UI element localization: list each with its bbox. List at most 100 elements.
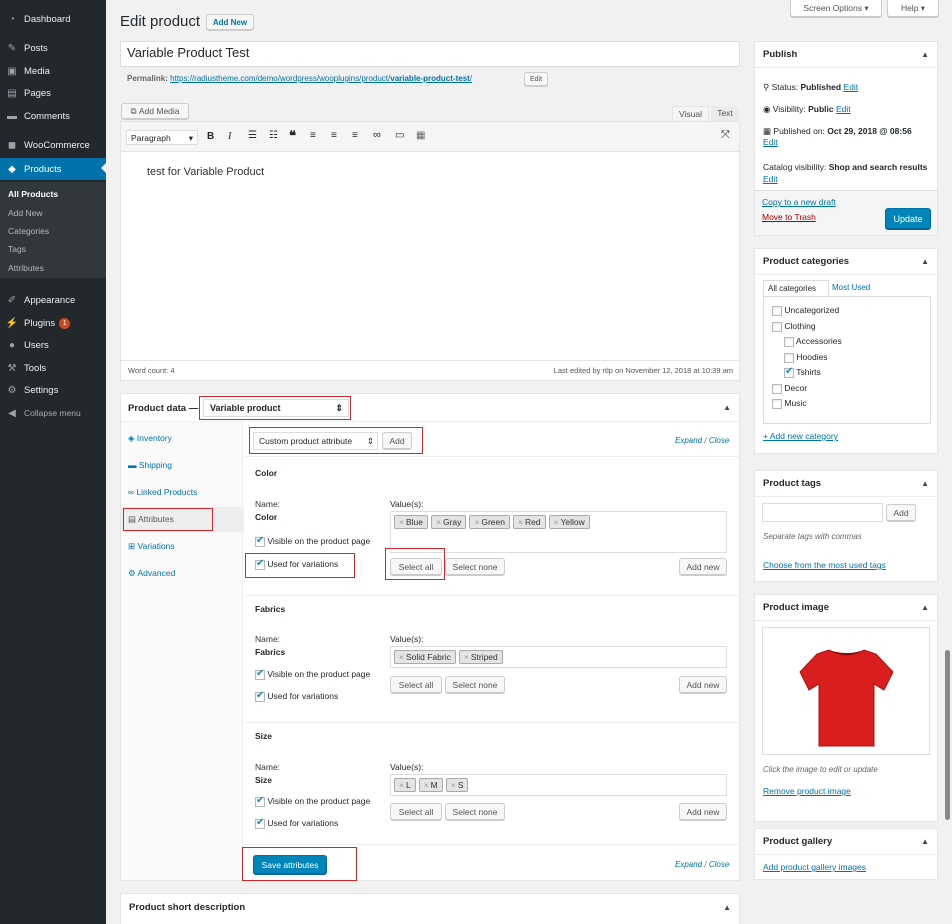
tab-advanced[interactable]: ⚙ Advanced <box>128 568 175 579</box>
select-all-button[interactable]: Select all <box>390 676 442 693</box>
add-tag-button[interactable]: Add <box>886 504 916 521</box>
copy-draft-link[interactable]: Copy to a new draft <box>762 197 836 207</box>
value-tag[interactable]: × M <box>418 778 443 792</box>
collapse-arrow-icon[interactable]: ▲ <box>921 603 929 612</box>
fullscreen-icon[interactable]: ⤧ <box>721 129 730 142</box>
category-checkbox[interactable] <box>784 336 794 347</box>
tag-input[interactable] <box>762 503 883 522</box>
values-input[interactable]: × Blue × Gray × Green × Red × Yellow <box>390 511 727 553</box>
submenu-add-new[interactable]: Add New <box>8 208 43 218</box>
bold-icon[interactable]: B <box>207 131 214 142</box>
toolbar-toggle-icon[interactable]: ▦ <box>416 130 425 141</box>
italic-icon[interactable]: I <box>228 131 231 142</box>
category-item[interactable]: Music <box>772 398 807 409</box>
published-edit-link[interactable]: Edit <box>763 137 778 147</box>
product-title-input[interactable]: Variable Product Test <box>120 41 740 67</box>
add-new-value-button[interactable]: Add new <box>679 558 727 575</box>
tab-visual[interactable]: Visual <box>672 106 709 121</box>
tab-variations[interactable]: ⊞ Variations <box>128 541 175 552</box>
permalink-edit-button[interactable]: Edit <box>524 72 548 86</box>
expand-link[interactable]: Expand <box>675 436 702 445</box>
choose-tags-link[interactable]: Choose from the most used tags <box>763 560 886 570</box>
add-new-button[interactable]: Add New <box>206 14 254 30</box>
used-checkbox[interactable] <box>255 817 265 829</box>
product-thumbnail[interactable] <box>762 627 930 755</box>
add-new-value-button[interactable]: Add new <box>679 676 727 693</box>
editor-content[interactable]: test for Variable Product <box>147 166 264 178</box>
select-none-button[interactable]: Select none <box>445 803 505 820</box>
category-item[interactable]: Accessories <box>784 336 842 347</box>
add-media-button[interactable]: ⧉ Add Media <box>121 103 189 119</box>
menu-collapse[interactable]: ◀ Collapse menu <box>0 403 106 423</box>
visible-option[interactable]: Visible on the product page <box>255 795 370 807</box>
collapse-arrow-icon[interactable]: ▲ <box>723 403 731 412</box>
menu-tools[interactable]: ⚒ Tools <box>0 358 106 378</box>
tab-linked-products[interactable]: ∞ Linked Products <box>128 487 197 497</box>
category-checkbox[interactable] <box>784 352 794 363</box>
select-all-button[interactable]: Select all <box>390 803 442 820</box>
trash-link[interactable]: Move to Trash <box>762 212 816 222</box>
screen-options-button[interactable]: Screen Options ▾ <box>790 0 882 17</box>
category-checkbox[interactable] <box>772 321 782 332</box>
value-tag[interactable]: × S <box>445 778 469 792</box>
menu-comments[interactable]: ▬ Comments <box>0 106 106 126</box>
submenu-categories[interactable]: Categories <box>8 226 49 236</box>
category-checkbox[interactable] <box>772 398 782 409</box>
close-link[interactable]: Close <box>709 860 729 869</box>
bullet-list-icon[interactable]: ☰ <box>248 130 257 141</box>
menu-posts[interactable]: ✎ Posts <box>0 38 106 58</box>
collapse-arrow-icon[interactable]: ▲ <box>921 837 929 846</box>
quote-icon[interactable]: ❝ <box>289 128 296 144</box>
link-icon[interactable]: ∞ <box>373 129 381 141</box>
attribute-title[interactable]: Fabrics <box>255 604 285 614</box>
submenu-attributes[interactable]: Attributes <box>8 263 44 273</box>
value-tag[interactable]: × Blue <box>394 515 428 529</box>
page-scrollbar[interactable] <box>945 650 950 820</box>
catalog-edit-link[interactable]: Edit <box>763 174 778 184</box>
value-tag[interactable]: × Yellow <box>548 515 590 529</box>
collapse-arrow-icon[interactable]: ▲ <box>921 50 929 59</box>
tab-all-categories[interactable]: All categories <box>763 280 829 296</box>
submenu-tags[interactable]: Tags <box>8 244 26 254</box>
add-new-value-button[interactable]: Add new <box>679 803 727 820</box>
value-tag[interactable]: × Red <box>512 515 546 529</box>
attribute-title[interactable]: Color <box>255 468 277 478</box>
submenu-all-products[interactable]: All Products <box>8 189 58 199</box>
menu-settings[interactable]: ⚙ Settings <box>0 380 106 400</box>
menu-products[interactable]: ◆ Products <box>0 158 106 180</box>
menu-dashboard[interactable]: ◔ Dashboard <box>0 9 106 29</box>
menu-plugins[interactable]: ⚡ Plugins 1 <box>0 313 106 333</box>
numbered-list-icon[interactable]: ☷ <box>269 130 278 141</box>
status-edit-link[interactable]: Edit <box>843 82 858 92</box>
select-none-button[interactable]: Select none <box>445 676 505 693</box>
align-right-icon[interactable]: ≡ <box>352 130 358 141</box>
visible-option[interactable]: Visible on the product page <box>255 535 370 547</box>
help-button[interactable]: Help ▾ <box>887 0 939 17</box>
align-left-icon[interactable]: ≡ <box>310 130 316 141</box>
values-input[interactable]: × L × M × S <box>390 774 727 796</box>
menu-users[interactable]: ● Users <box>0 335 106 355</box>
select-none-button[interactable]: Select none <box>445 558 505 575</box>
category-item[interactable]: Decor <box>772 383 807 394</box>
collapse-arrow-icon[interactable]: ▲ <box>921 257 929 266</box>
value-tag[interactable]: × L <box>394 778 416 792</box>
used-checkbox[interactable] <box>255 690 265 702</box>
value-tag[interactable]: × Green <box>469 515 510 529</box>
close-link[interactable]: Close <box>709 436 729 445</box>
tab-inventory[interactable]: ◈ Inventory <box>128 433 172 444</box>
visible-option[interactable]: Visible on the product page <box>255 668 370 680</box>
value-tag[interactable]: × Striped <box>458 650 503 664</box>
visibility-edit-link[interactable]: Edit <box>836 104 851 114</box>
tab-shipping[interactable]: ▬ Shipping <box>128 460 172 470</box>
category-item[interactable]: Tshirts <box>784 366 821 378</box>
expand-link[interactable]: Expand <box>675 860 702 869</box>
used-for-variations-option[interactable]: Used for variations <box>255 817 338 829</box>
tab-text[interactable]: Text <box>711 106 739 121</box>
update-button[interactable]: Update <box>885 208 931 229</box>
align-center-icon[interactable]: ≡ <box>331 130 337 141</box>
format-select[interactable]: Paragraph ▾ <box>126 130 198 145</box>
permalink-link[interactable]: https://radiustheme.com/demo/wordpress/w… <box>170 74 472 83</box>
used-for-variations-option[interactable]: Used for variations <box>255 690 338 702</box>
visible-checkbox[interactable] <box>255 795 265 807</box>
value-tag[interactable]: × Gray <box>430 515 467 529</box>
